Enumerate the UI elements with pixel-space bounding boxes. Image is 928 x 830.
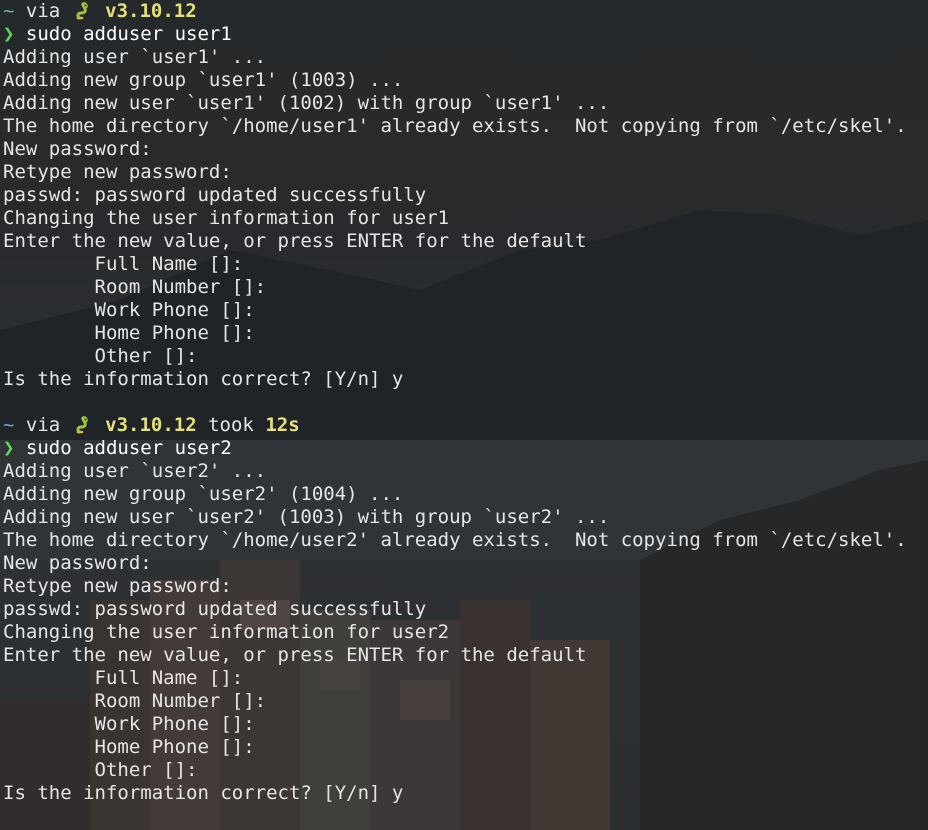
output-line: Adding new group `user1' (1003) ... bbox=[3, 69, 404, 91]
output-line: Work Phone []: bbox=[3, 713, 255, 735]
python-version: v3.10.12 bbox=[105, 0, 197, 22]
output-line: Room Number []: bbox=[3, 276, 267, 298]
output-line: Other []: bbox=[3, 345, 198, 367]
output-line: Is the information correct? [Y/n] y bbox=[3, 368, 404, 390]
cwd-tilde: ~ bbox=[3, 414, 15, 436]
output-line: passwd: password updated successfully bbox=[3, 184, 427, 206]
output-line: Adding user `user1' ... bbox=[3, 46, 267, 68]
python-snake-icon bbox=[72, 0, 94, 23]
output-line: Room Number []: bbox=[3, 690, 267, 712]
output-line: Changing the user information for user2 bbox=[3, 621, 450, 643]
output-line: Adding user `user2' ... bbox=[3, 460, 267, 482]
output-line: New password: bbox=[3, 138, 152, 160]
output-line: Home Phone []: bbox=[3, 322, 255, 344]
python-snake-icon bbox=[72, 414, 94, 437]
output-line: Adding new user `user1' (1002) with grou… bbox=[3, 92, 610, 114]
command-text: sudo adduser user2 bbox=[25, 437, 232, 459]
output-line: Enter the new value, or press ENTER for … bbox=[3, 230, 587, 252]
output-line: Retype new password: bbox=[3, 161, 232, 183]
cwd-tilde: ~ bbox=[3, 0, 15, 22]
prompt-line: ~ via v3.10.12 bbox=[3, 0, 928, 23]
command-text: sudo adduser user1 bbox=[25, 23, 232, 45]
output-line: Adding new user `user2' (1003) with grou… bbox=[3, 506, 610, 528]
prompt-chevron: ❯ bbox=[3, 437, 15, 459]
output-line: Is the information correct? [Y/n] y bbox=[3, 782, 404, 804]
prompt-line: ~ via v3.10.12 took 12s bbox=[3, 414, 928, 437]
output-line: Home Phone []: bbox=[3, 736, 255, 758]
command-line: ❯ sudo adduser user1 bbox=[3, 23, 928, 46]
output-line: New password: bbox=[3, 552, 152, 574]
output-line: Work Phone []: bbox=[3, 299, 255, 321]
output-line: Adding new group `user2' (1004) ... bbox=[3, 483, 404, 505]
via-label: via bbox=[25, 414, 61, 436]
via-label: via bbox=[25, 0, 61, 22]
command-duration: 12s bbox=[265, 414, 300, 436]
output-line: Full Name []: bbox=[3, 253, 244, 275]
python-version: v3.10.12 bbox=[105, 414, 197, 436]
took-label: took bbox=[208, 414, 254, 436]
output-line: Full Name []: bbox=[3, 667, 244, 689]
output-line: Enter the new value, or press ENTER for … bbox=[3, 644, 587, 666]
terminal-window[interactable]: ~ via v3.10.12 ❯ sudo adduser user1 Addi… bbox=[0, 0, 928, 830]
output-line: The home directory `/home/user1' already… bbox=[3, 115, 907, 137]
output-line: The home directory `/home/user2' already… bbox=[3, 529, 907, 551]
output-line: Other []: bbox=[3, 759, 198, 781]
output-line: passwd: password updated successfully bbox=[3, 598, 427, 620]
output-line: Retype new password: bbox=[3, 575, 232, 597]
prompt-chevron: ❯ bbox=[3, 23, 15, 45]
command-line: ❯ sudo adduser user2 bbox=[3, 437, 928, 460]
output-line: Changing the user information for user1 bbox=[3, 207, 450, 229]
